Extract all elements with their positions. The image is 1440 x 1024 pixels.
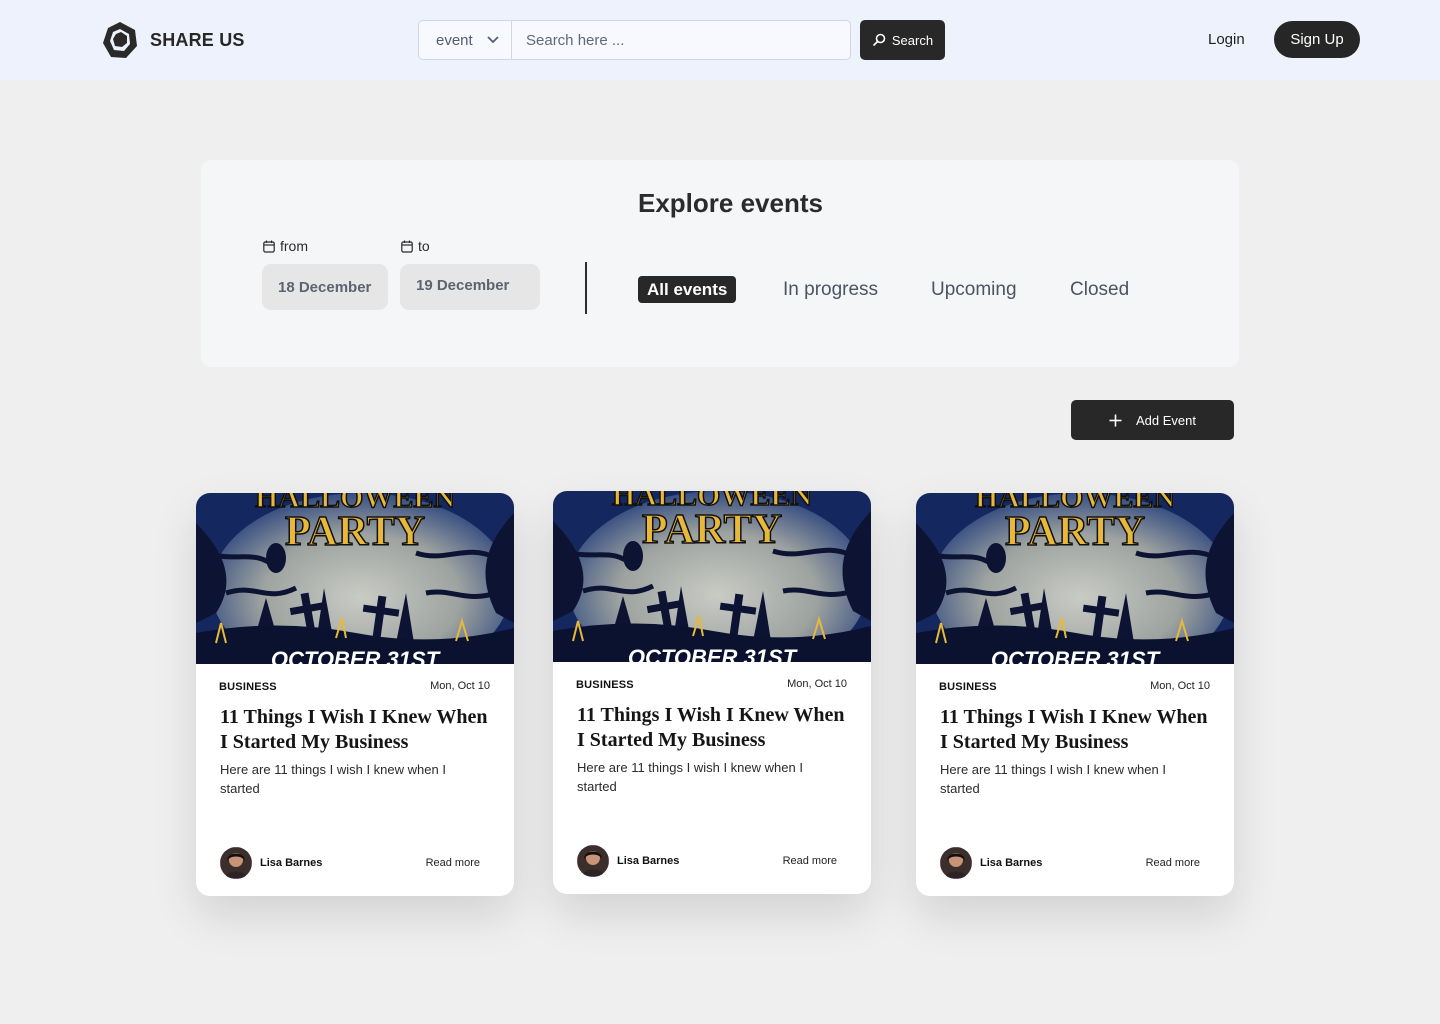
calendar-icon [401, 240, 413, 253]
login-link[interactable]: Login [1208, 31, 1245, 48]
read-more-link[interactable]: Read more [426, 857, 480, 869]
event-card[interactable]: HALLOWEEN PARTY OCTOBER 31ST BUSINESS Mo… [196, 493, 514, 896]
event-poster-image: HALLOWEEN PARTY OCTOBER 31ST [196, 493, 514, 664]
card-category: BUSINESS [576, 679, 634, 691]
event-card[interactable]: HALLOWEEN PARTY OCTOBER 31ST BUSINESS Mo… [553, 491, 871, 894]
card-title[interactable]: 11 Things I Wish I Knew When I Started M… [577, 703, 857, 753]
explore-filter-panel: Explore events from 18 December to 19 De… [201, 160, 1239, 367]
poster-date-text: OCTOBER 31ST [271, 647, 441, 664]
search-icon [872, 33, 886, 47]
to-date-field[interactable]: 19 December [400, 264, 540, 310]
search-category-value: event [436, 31, 473, 49]
search-button[interactable]: Search [860, 20, 945, 60]
author-avatar [940, 847, 972, 879]
poster-party-text: PARTY [1005, 509, 1145, 555]
filter-divider [585, 262, 587, 314]
card-date: Mon, Oct 10 [430, 680, 490, 692]
card-description: Here are 11 things I wish I knew when I … [577, 760, 803, 794]
poster-party-text: PARTY [285, 509, 425, 555]
tab-upcoming[interactable]: Upcoming [931, 276, 1017, 303]
tab-in-progress[interactable]: In progress [783, 276, 878, 303]
event-card[interactable]: HALLOWEEN PARTY OCTOBER 31ST BUSINESS Mo… [916, 493, 1234, 896]
calendar-icon [263, 240, 275, 253]
read-more-link[interactable]: Read more [783, 855, 837, 867]
plus-icon [1109, 414, 1122, 426]
panel-title: Explore events [638, 188, 823, 218]
from-date-field[interactable]: 18 December [262, 264, 388, 310]
poster-date-text: OCTOBER 31ST [628, 645, 798, 662]
author-avatar [577, 845, 609, 877]
card-date: Mon, Oct 10 [787, 678, 847, 690]
to-label-text: to [418, 238, 430, 254]
author-name: Lisa Barnes [980, 857, 1043, 869]
from-label-text: from [280, 238, 308, 254]
read-more-link[interactable]: Read more [1146, 857, 1200, 869]
card-description: Here are 11 things I wish I knew when I … [220, 762, 446, 796]
tab-all-events[interactable]: All events [638, 276, 737, 303]
card-category: BUSINESS [219, 681, 277, 693]
brand-name: SHARE US [150, 29, 245, 50]
search-input[interactable] [512, 21, 850, 59]
card-category: BUSINESS [939, 681, 997, 693]
to-label: to [401, 238, 430, 254]
card-title[interactable]: 11 Things I Wish I Knew When I Started M… [940, 705, 1220, 755]
search-bar: event [418, 20, 851, 60]
add-event-button[interactable]: Add Event [1071, 400, 1234, 440]
author-name: Lisa Barnes [617, 855, 680, 867]
author-name: Lisa Barnes [260, 857, 323, 869]
search-button-label: Search [891, 32, 934, 48]
card-description: Here are 11 things I wish I knew when I … [940, 762, 1166, 796]
brand-logo[interactable]: SHARE US [100, 20, 245, 60]
tab-closed[interactable]: Closed [1070, 276, 1129, 303]
logo-icon [103, 22, 137, 58]
poster-date-text: OCTOBER 31ST [991, 647, 1161, 664]
chevron-down-icon [487, 36, 499, 44]
card-title[interactable]: 11 Things I Wish I Knew When I Started M… [220, 705, 500, 755]
from-label: from [263, 238, 308, 254]
card-date: Mon, Oct 10 [1150, 680, 1210, 692]
signup-button[interactable]: Sign Up [1274, 21, 1360, 58]
search-category-select[interactable]: event [419, 21, 512, 59]
add-event-label: Add Event [1136, 412, 1196, 428]
poster-party-text: PARTY [642, 507, 782, 553]
event-poster-image: HALLOWEEN PARTY OCTOBER 31ST [916, 493, 1234, 664]
author-avatar [220, 847, 252, 879]
top-navbar: SHARE US event Search Login Sign Up [0, 0, 1440, 80]
event-poster-image: HALLOWEEN PARTY OCTOBER 31ST [553, 491, 871, 662]
